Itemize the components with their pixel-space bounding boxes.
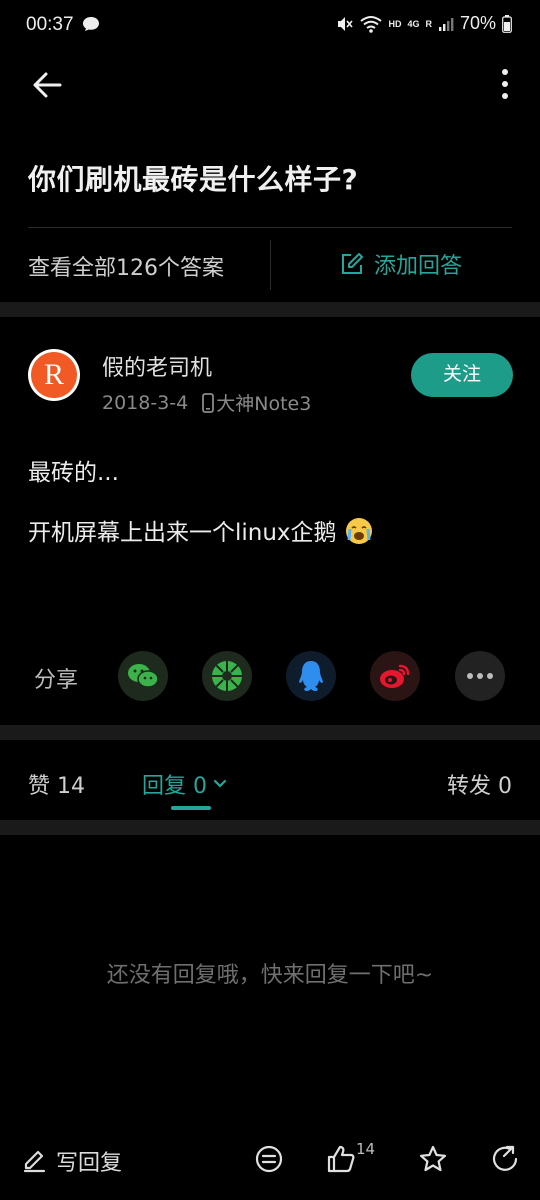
answer-line-2-text: 开机屏幕上出来一个linux企鹅 [28, 520, 337, 546]
tab-reposts[interactable]: 转发 0 [447, 768, 512, 800]
section-separator [0, 725, 540, 740]
view-all-answers-link[interactable]: 查看全部126个答案 [28, 250, 224, 282]
tab-replies-label: 回复 0 [142, 774, 207, 799]
answer-line-2: 开机屏幕上出来一个linux企鹅 [28, 513, 374, 547]
roaming-indicator: R [425, 18, 432, 29]
divider [270, 240, 271, 290]
qq-icon [299, 661, 323, 691]
section-separator [0, 302, 540, 317]
thumbs-up-icon[interactable] [326, 1144, 356, 1174]
empty-replies-message: 还没有回复哦，快来回复一下吧~ [106, 963, 434, 988]
device-name: 大神Note3 [216, 393, 312, 415]
chevron-down-icon [213, 779, 227, 788]
moments-icon [212, 661, 242, 691]
network-indicator: 4G [407, 18, 420, 29]
mute-icon [338, 16, 354, 31]
status-time: 00:37 [26, 14, 74, 35]
star-icon[interactable] [418, 1144, 448, 1174]
wechat-icon [128, 664, 159, 688]
avatar-letter: R [31, 352, 77, 398]
add-answer-label: 添加回答 [374, 254, 463, 279]
active-tab-indicator [171, 806, 211, 810]
back-arrow-icon[interactable] [28, 66, 66, 104]
follow-button[interactable]: 关注 [411, 353, 513, 397]
hd-indicator: HD [388, 18, 402, 29]
crying-face-emoji-icon [345, 518, 372, 544]
pencil-icon [23, 1150, 46, 1173]
tab-likes[interactable]: 赞 14 [28, 768, 85, 800]
comment-list-icon[interactable] [254, 1144, 284, 1174]
signal-icon [438, 17, 454, 31]
more-horizontal-icon [467, 673, 493, 679]
share-label: 分享 [34, 668, 79, 693]
divider [28, 227, 512, 228]
avatar[interactable]: R [28, 349, 80, 401]
like-count: 14 [356, 1140, 376, 1158]
share-icon[interactable] [490, 1144, 520, 1174]
share-qq-button[interactable] [286, 651, 336, 701]
write-reply-label: 写回复 [56, 1151, 123, 1176]
share-moments-button[interactable] [202, 651, 252, 701]
section-separator [0, 820, 540, 835]
weibo-icon [380, 664, 410, 688]
wifi-icon [360, 15, 383, 33]
question-title: 你们刷机最砖是什么样子? [28, 163, 359, 196]
battery-percent: 70% [459, 13, 496, 33]
author-name[interactable]: 假的老司机 [102, 350, 212, 382]
share-weibo-button[interactable] [370, 651, 420, 701]
status-indicators: HD 4G R 70% [336, 13, 512, 34]
tab-replies[interactable]: 回复 0 [142, 768, 227, 800]
message-bubble-icon [83, 17, 99, 31]
answer-date: 2018-3-4 [102, 391, 189, 414]
more-vertical-icon[interactable] [500, 68, 510, 100]
edit-icon [342, 253, 363, 274]
share-more-button[interactable] [455, 651, 505, 701]
status-bar: 00:37 HD 4G R 70% [0, 0, 540, 52]
battery-icon [502, 14, 512, 33]
write-reply-button[interactable]: 写回复 [22, 1145, 122, 1177]
author-meta: 2018-3-4 大神Note3 [102, 389, 311, 416]
add-answer-button[interactable]: 添加回答 [340, 248, 462, 280]
share-wechat-button[interactable] [118, 651, 168, 701]
phone-icon [202, 392, 215, 413]
answer-line-1: 最砖的... [28, 460, 119, 486]
